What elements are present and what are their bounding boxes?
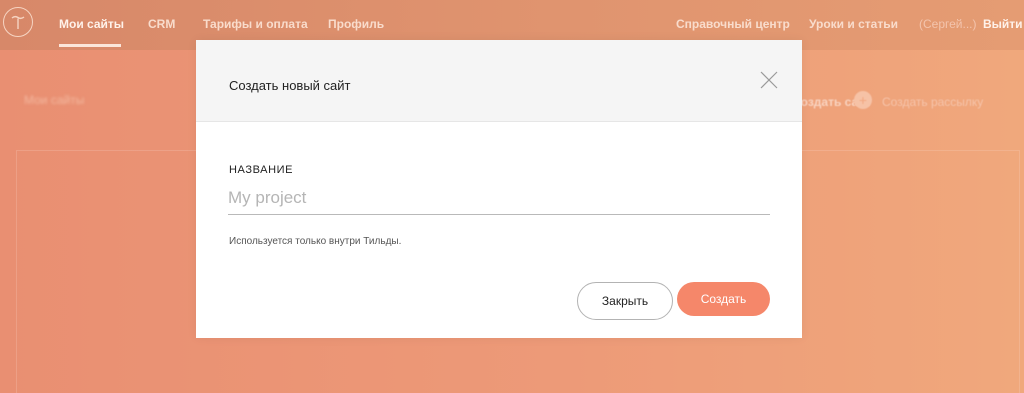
name-hint: Используется только внутри Тильды. — [229, 236, 402, 247]
create-site-dialog: Создать новый сайт НАЗВАНИЕ Используется… — [196, 40, 802, 338]
nav-crm[interactable]: CRM — [148, 17, 175, 31]
project-name-input[interactable] — [228, 185, 770, 215]
create-mailing-link[interactable]: Создать рассылку — [882, 95, 983, 109]
background-page-title: Мои сайты — [24, 93, 85, 107]
name-field-label: НАЗВАНИЕ — [229, 164, 294, 176]
nav-help-center[interactable]: Справочный центр — [676, 17, 790, 31]
close-button[interactable]: Закрыть — [577, 282, 673, 320]
close-icon[interactable] — [758, 69, 780, 91]
nav-lessons[interactable]: Уроки и статьи — [809, 17, 898, 31]
user-name: (Сергей...) — [919, 17, 977, 31]
active-tab-indicator — [59, 44, 121, 47]
dialog-header: Создать новый сайт — [196, 40, 802, 122]
create-button[interactable]: Создать — [677, 282, 770, 316]
tilda-logo-icon[interactable] — [3, 7, 33, 37]
plus-icon[interactable]: + — [854, 91, 872, 109]
nav-profile[interactable]: Профиль — [328, 17, 384, 31]
dialog-title: Создать новый сайт — [229, 78, 351, 93]
nav-my-sites[interactable]: Мои сайты — [59, 17, 124, 31]
nav-tariffs[interactable]: Тарифы и оплата — [203, 17, 308, 31]
logout-link[interactable]: Выйти — [983, 17, 1023, 31]
